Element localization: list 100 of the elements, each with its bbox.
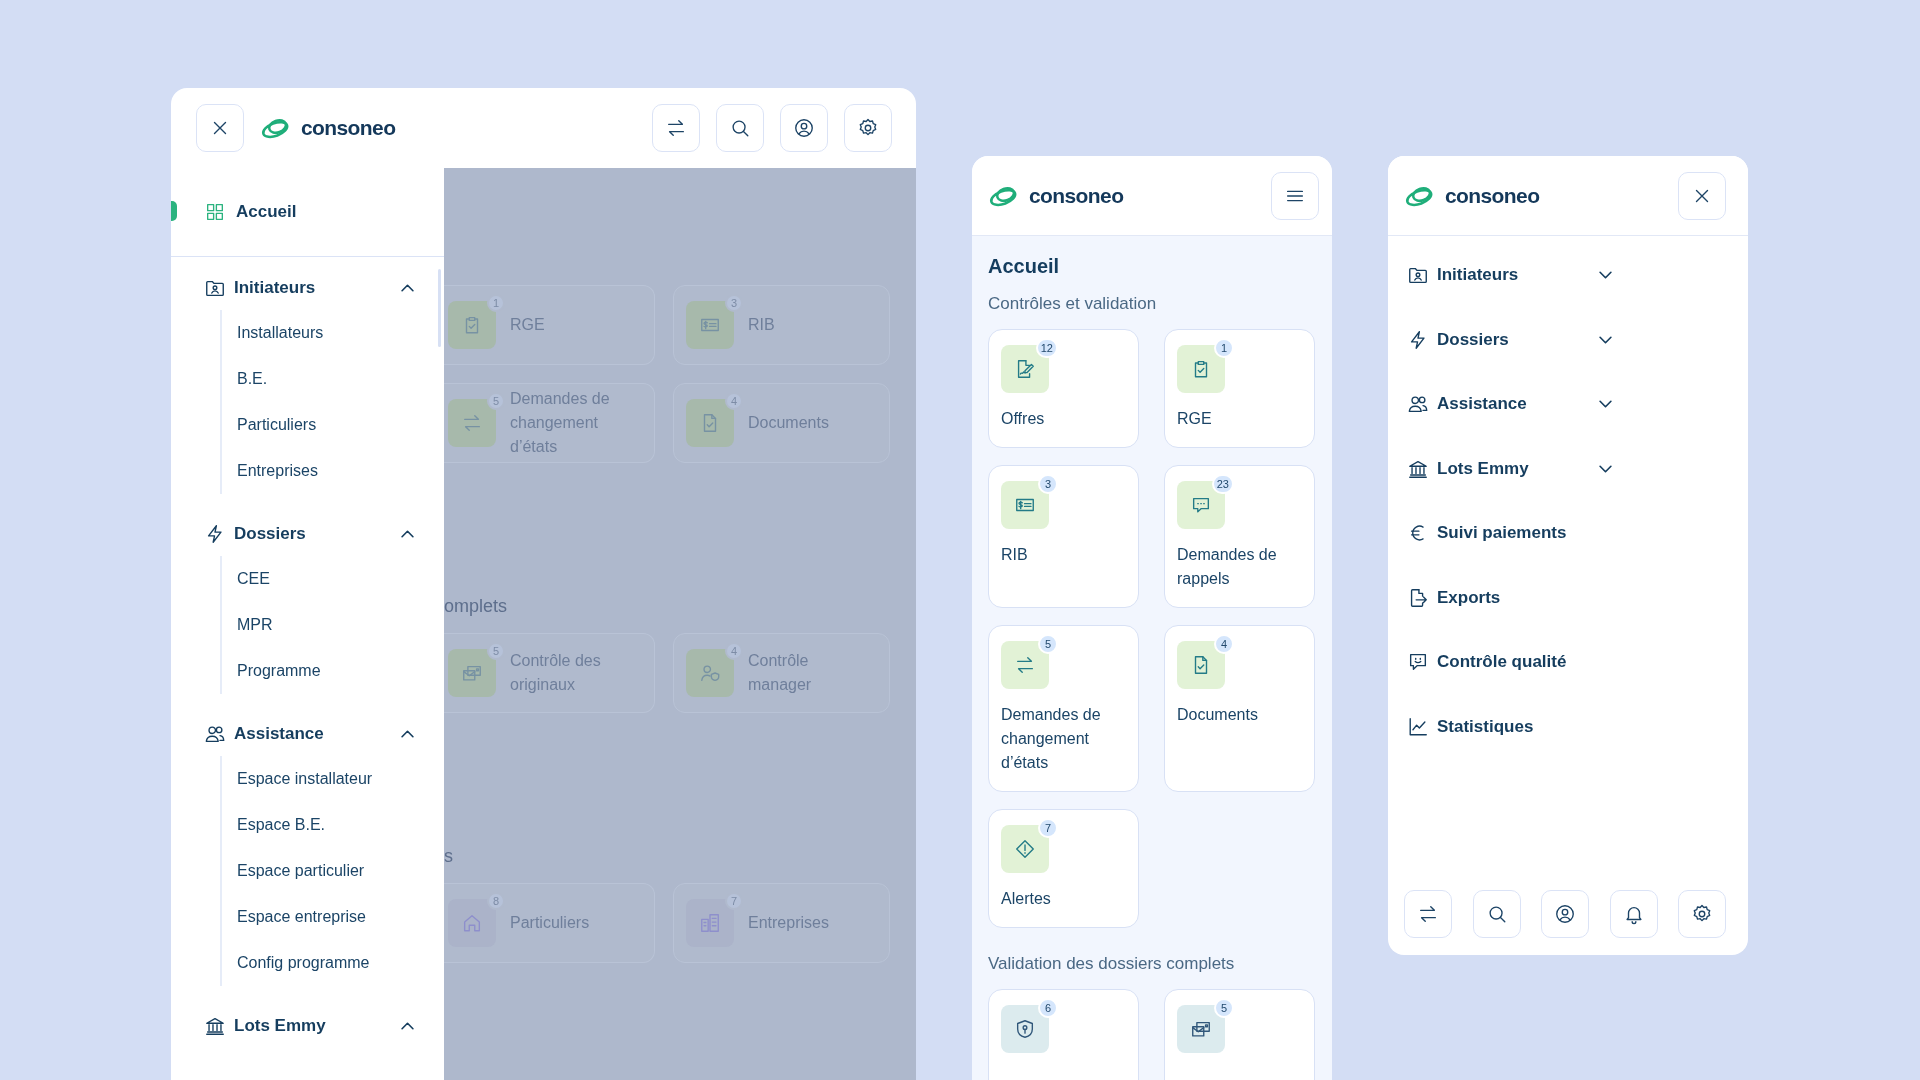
swap-arrows-icon <box>665 117 687 139</box>
nav-subitem[interactable]: Espace B.E. <box>222 802 444 848</box>
nav-group-header[interactable]: Lots Emmy <box>171 1004 444 1048</box>
card-label: Entreprises <box>748 913 829 933</box>
nav-label: Assistance <box>1437 394 1528 415</box>
nav-group-label: Dossiers <box>234 524 307 544</box>
card-label: Documents <box>748 413 829 433</box>
menu-button[interactable] <box>1271 171 1319 220</box>
nav-label: Dossiers <box>1437 329 1510 350</box>
bell-button[interactable] <box>1609 890 1658 938</box>
nav-item[interactable]: Statistiques <box>1388 694 1748 759</box>
nav-item[interactable]: Dossiers <box>1388 307 1748 372</box>
card-label: RIB <box>748 315 775 335</box>
nav-subitem[interactable]: Config programme <box>222 940 444 986</box>
count-badge: 3 <box>1038 474 1058 494</box>
card-label: Demandes de rappels <box>1177 545 1278 589</box>
count-badge: 7 <box>1038 818 1058 838</box>
count-badge: 5 <box>1214 998 1234 1018</box>
card-label: Particuliers <box>510 913 590 933</box>
building-icon <box>699 912 721 934</box>
close-button[interactable] <box>196 104 244 152</box>
nav-label: Contrôle qualité <box>1437 652 1568 673</box>
nav-item[interactable]: Assistance <box>1388 372 1748 437</box>
nav-subitem[interactable]: Installateurs <box>222 310 444 356</box>
nav-item[interactable]: Initiateurs <box>1388 243 1748 308</box>
nav-label: Suivi paiements <box>1437 523 1568 544</box>
swap-arrows-button[interactable] <box>652 104 700 152</box>
chevron-down-icon <box>1599 400 1612 409</box>
count-badge: 23 <box>1211 474 1234 494</box>
card-label: RGE <box>1177 409 1212 429</box>
nav-group-label: Initiateurs <box>234 278 317 298</box>
dashboard-card[interactable]: 5 <box>1164 989 1315 1080</box>
count-badge: 1 <box>1214 338 1234 358</box>
section-title: s <box>444 846 454 867</box>
count-badge: 4 <box>1214 634 1234 654</box>
dashboard-card[interactable]: 12 Offres <box>988 329 1139 448</box>
section-title: omplets <box>444 596 509 617</box>
count-badge: 4 <box>725 392 743 410</box>
nav-item[interactable]: Exports <box>1388 565 1748 630</box>
nav-group-header[interactable]: Dossiers <box>171 512 444 556</box>
dashboard-card[interactable]: 4 Documents <box>1164 625 1315 792</box>
chevron-down-icon <box>1599 271 1612 280</box>
nav-subitem[interactable]: B.E. <box>222 356 444 402</box>
nav-subitem[interactable]: Entreprises <box>222 448 444 494</box>
card-label: Alertes <box>1001 889 1051 909</box>
card-label: Documents <box>1177 705 1258 725</box>
nav-subitem[interactable]: Espace entreprise <box>222 894 444 940</box>
nav-subitem[interactable]: CEE <box>222 556 444 602</box>
search-button[interactable] <box>1472 890 1521 938</box>
card-label: RGE <box>510 315 545 335</box>
close-button[interactable] <box>1678 171 1726 220</box>
swap-arrows-button[interactable] <box>1404 890 1452 938</box>
count-badge: 7 <box>725 892 743 910</box>
search-button[interactable] <box>716 104 764 152</box>
nav-subitem[interactable]: Particuliers <box>222 402 444 448</box>
nav-label: Lots Emmy <box>1437 458 1530 479</box>
nav-item[interactable]: Suivi paiements <box>1388 501 1748 566</box>
nav-group-header[interactable]: Initiateurs <box>171 266 444 310</box>
logo-text: consoneo <box>301 116 396 140</box>
nav-subitem[interactable]: Programme <box>222 648 444 694</box>
count-badge: 5 <box>1038 634 1058 654</box>
dashboard-card[interactable]: 6 <box>988 989 1139 1080</box>
user-circle-button[interactable] <box>780 104 828 152</box>
nav-group-header[interactable]: Assistance <box>171 712 444 756</box>
swap-arrows-icon <box>461 412 483 434</box>
count-badge: 12 <box>1035 338 1058 358</box>
card-label: Offres <box>1001 409 1045 429</box>
card-label: RIB <box>1001 545 1028 565</box>
nav-subitem[interactable]: Espace particulier <box>222 848 444 894</box>
nav-label: Accueil <box>236 202 297 222</box>
dashboard-card[interactable]: 7 Alertes <box>988 809 1139 928</box>
nav-subitem[interactable]: Espace installateur <box>222 756 444 802</box>
section-title: Validation des dossiers complets <box>988 954 1236 974</box>
nav-subitem[interactable]: MPR <box>222 602 444 648</box>
nav-item[interactable]: Lots Emmy <box>1388 436 1748 501</box>
nav-label: Exports <box>1437 587 1502 608</box>
active-indicator <box>171 201 177 221</box>
card-label: Demandes de changement d’états <box>1001 705 1102 773</box>
nav-group-label: Lots Emmy <box>234 1016 327 1036</box>
nav-label: Initiateurs <box>1437 265 1520 286</box>
chevron-up-icon <box>401 284 414 292</box>
user-shield-icon <box>699 662 721 684</box>
section-title: Contrôles et validation <box>988 294 1158 314</box>
dashboard-card[interactable]: 3 RIB <box>988 465 1139 608</box>
nav-group-label: Assistance <box>234 724 325 744</box>
logo-text: consoneo <box>1445 183 1540 208</box>
chevron-down-icon <box>1599 335 1612 344</box>
dashboard-card[interactable]: 23 Demandes de rappels <box>1164 465 1315 608</box>
scrollbar-thumb[interactable] <box>438 269 441 347</box>
chevron-down-icon <box>1599 464 1612 473</box>
settings-button[interactable] <box>844 104 892 152</box>
chevron-up-icon <box>401 1022 414 1030</box>
dashboard-card[interactable]: 1 RGE <box>1164 329 1315 448</box>
nav-item[interactable]: Contrôle qualité <box>1388 630 1748 695</box>
page-title: Accueil <box>988 253 1061 279</box>
nav-label: Statistiques <box>1437 716 1535 737</box>
dashboard-card[interactable]: 5 Demandes de changement d’états <box>988 625 1139 792</box>
card-label: Demandes de changement d’états <box>510 389 611 457</box>
settings-button[interactable] <box>1678 890 1726 938</box>
user-circle-button[interactable] <box>1541 890 1589 938</box>
